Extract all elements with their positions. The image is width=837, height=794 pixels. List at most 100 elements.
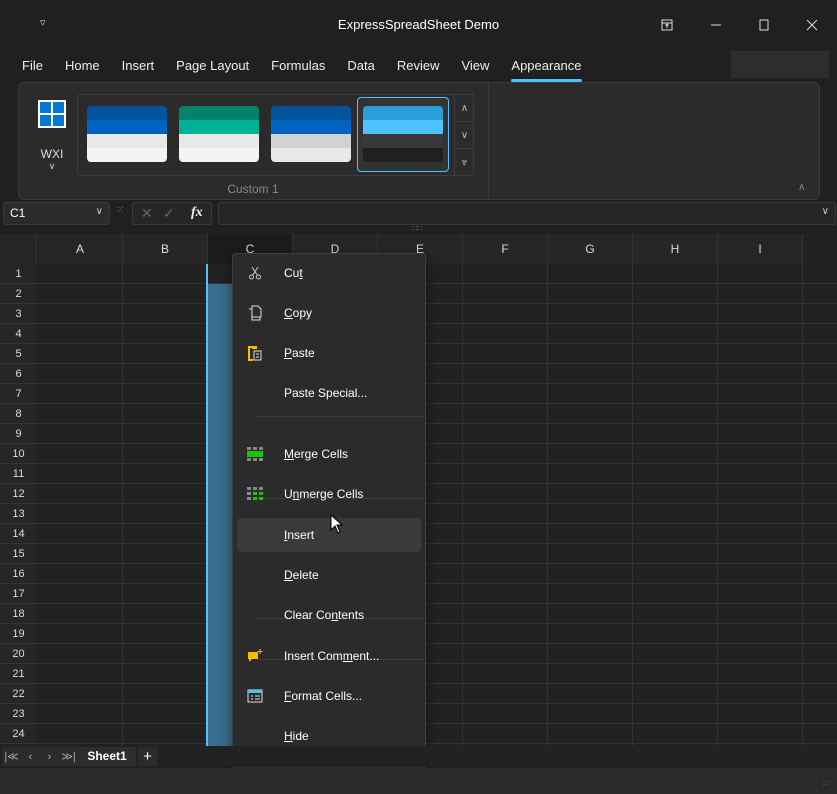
- row-header-7[interactable]: 7: [0, 384, 37, 404]
- swatch-band: [271, 148, 351, 162]
- tab-data[interactable]: Data: [336, 56, 385, 80]
- menu-item-label: Unmerge Cells: [284, 487, 363, 501]
- row-header-18[interactable]: 18: [0, 604, 37, 624]
- formula-input[interactable]: ∨: [218, 202, 836, 225]
- tab-appearance[interactable]: Appearance: [500, 56, 592, 82]
- theme-swatch[interactable]: [87, 106, 167, 162]
- mnemonic-key: C: [284, 306, 293, 320]
- ribbon-search-box[interactable]: [731, 51, 829, 78]
- row-header-21[interactable]: 21: [0, 664, 37, 684]
- gallery-expand-icon[interactable]: ⩔: [454, 148, 474, 175]
- prev-sheet-icon[interactable]: ‹: [21, 747, 40, 766]
- row-header-19[interactable]: 19: [0, 624, 37, 644]
- row-header-4[interactable]: 4: [0, 324, 37, 344]
- row-header-12[interactable]: 12: [0, 484, 37, 504]
- menu-item-insert-comment[interactable]: Insert Comment...: [237, 639, 421, 673]
- name-box[interactable]: C1 ∨: [3, 202, 110, 225]
- menu-item-merge-cells[interactable]: Merge Cells: [237, 437, 421, 471]
- theme-wxi-button[interactable]: WXI ∨: [34, 100, 70, 180]
- collapse-ribbon-icon[interactable]: ∧: [798, 182, 805, 193]
- row-header-3[interactable]: 3: [0, 304, 37, 324]
- maximize-icon[interactable]: [749, 12, 779, 38]
- row-header-14[interactable]: 14: [0, 524, 37, 544]
- row-header-24[interactable]: 24: [0, 724, 37, 744]
- format-cells-icon: [245, 686, 265, 706]
- column-header-B[interactable]: B: [123, 234, 208, 264]
- gallery-scroll-up-icon[interactable]: ∧: [454, 94, 474, 121]
- drag-handle-icon[interactable]: ⁙: [116, 205, 124, 216]
- last-sheet-icon[interactable]: ≫|: [59, 747, 78, 766]
- label-text: erge Cells: [294, 447, 349, 461]
- label-text: elete: [292, 568, 319, 582]
- row-header-13[interactable]: 13: [0, 504, 37, 524]
- sheet-tab-sheet1[interactable]: Sheet1: [78, 747, 136, 766]
- chevron-down-icon: ∨: [95, 206, 103, 217]
- row-header-15[interactable]: 15: [0, 544, 37, 564]
- tab-home[interactable]: Home: [54, 56, 111, 80]
- menu-item-delete[interactable]: Delete: [237, 558, 421, 592]
- menu-item-copy[interactable]: Copy: [237, 296, 421, 330]
- select-all-corner[interactable]: [0, 234, 37, 264]
- insert-function-icon[interactable]: fx: [191, 205, 203, 221]
- label-text: ormat Cells...: [291, 689, 363, 703]
- tab-file[interactable]: File: [11, 56, 54, 80]
- enter-icon[interactable]: ✓: [163, 205, 175, 222]
- tab-insert[interactable]: Insert: [111, 56, 166, 80]
- row-header-6[interactable]: 6: [0, 364, 37, 384]
- menu-item-unmerge-cells[interactable]: Unmerge Cells: [237, 477, 421, 511]
- tab-page-layout[interactable]: Page Layout: [165, 56, 260, 80]
- menu-item-format-cells[interactable]: Format Cells...: [237, 679, 421, 713]
- menu-item-insert[interactable]: Insert: [237, 518, 421, 552]
- row-header-11[interactable]: 11: [0, 464, 37, 484]
- size-grip-icon[interactable]: ∷: [823, 779, 828, 788]
- add-sheet-icon[interactable]: +: [138, 747, 157, 766]
- row-header-16[interactable]: 16: [0, 564, 37, 584]
- theme-swatch[interactable]: [363, 106, 443, 162]
- status-bar: [0, 768, 837, 794]
- tab-view[interactable]: View: [450, 56, 500, 80]
- row-header-2[interactable]: 2: [0, 284, 37, 304]
- theme-swatch[interactable]: [271, 106, 351, 162]
- menu-item-cut[interactable]: Cut: [237, 256, 421, 290]
- grid-line: [37, 303, 837, 304]
- theme-swatch[interactable]: [179, 106, 259, 162]
- row-header-9[interactable]: 9: [0, 424, 37, 444]
- swatch-band: [179, 148, 259, 162]
- grid-line: [37, 723, 837, 724]
- label-text: merge Cells: [299, 487, 364, 501]
- row-header-17[interactable]: 17: [0, 584, 37, 604]
- menu-item-paste[interactable]: Paste: [237, 336, 421, 370]
- grid-line: [37, 483, 837, 484]
- grid-line: [122, 264, 123, 746]
- resize-handle-icon[interactable]: ∷∷: [412, 224, 422, 233]
- close-icon[interactable]: [797, 12, 827, 38]
- next-sheet-icon[interactable]: ›: [40, 747, 59, 766]
- first-sheet-icon[interactable]: |≪: [2, 747, 21, 766]
- menu-item-label: Hide: [284, 729, 309, 743]
- row-header-5[interactable]: 5: [0, 344, 37, 364]
- row-header-8[interactable]: 8: [0, 404, 37, 424]
- gallery-scroll-down-icon[interactable]: ∨: [454, 121, 474, 148]
- minimize-icon[interactable]: [701, 12, 731, 38]
- row-header-20[interactable]: 20: [0, 644, 37, 664]
- tab-formulas[interactable]: Formulas: [260, 56, 336, 80]
- menu-item-clear-contents[interactable]: Clear Contents: [237, 598, 421, 632]
- ribbon-display-icon[interactable]: [652, 12, 682, 38]
- expand-formula-icon[interactable]: ∨: [822, 206, 829, 217]
- row-header-22[interactable]: 22: [0, 684, 37, 704]
- row-header-1[interactable]: 1: [0, 264, 37, 284]
- column-header-I[interactable]: I: [718, 234, 803, 264]
- menu-item-label: Delete: [284, 568, 319, 582]
- row-header-10[interactable]: 10: [0, 444, 37, 464]
- chevron-down-icon: ∨: [48, 161, 56, 171]
- tab-review[interactable]: Review: [386, 56, 451, 80]
- row-header-23[interactable]: 23: [0, 704, 37, 724]
- column-header-F[interactable]: F: [463, 234, 548, 264]
- column-header-G[interactable]: G: [548, 234, 633, 264]
- column-header-A[interactable]: A: [38, 234, 123, 264]
- menu-item-paste-special[interactable]: Paste Special...: [237, 376, 421, 410]
- column-header-H[interactable]: H: [633, 234, 718, 264]
- formula-buttons: ✕ ✓ fx: [132, 202, 212, 225]
- cancel-icon[interactable]: ✕: [141, 205, 153, 222]
- ribbon-tabs: File Home Insert Page Layout Formulas Data Rev…: [11, 56, 593, 82]
